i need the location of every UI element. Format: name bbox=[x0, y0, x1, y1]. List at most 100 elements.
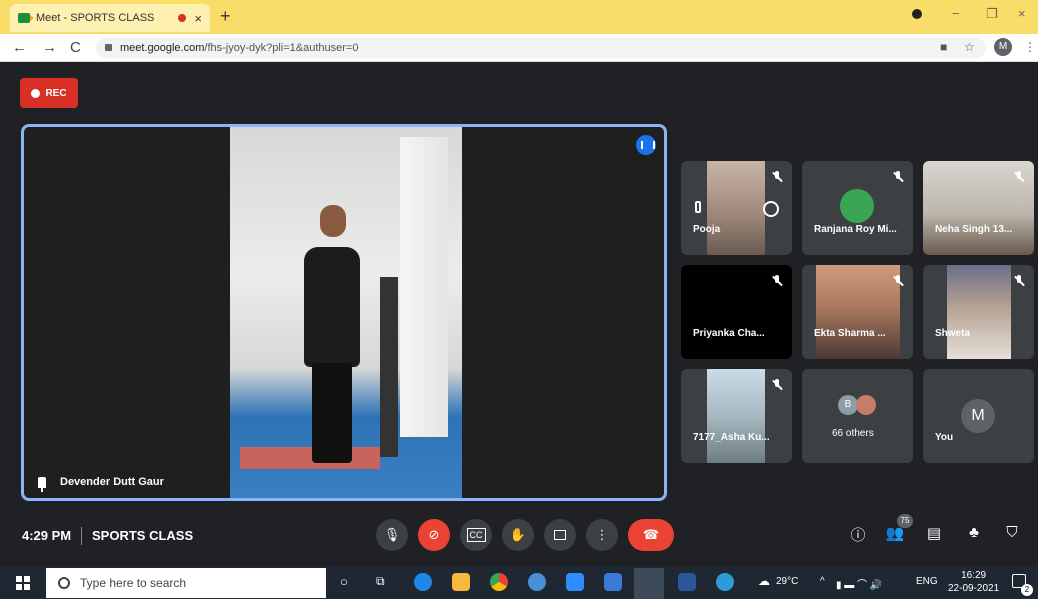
pin-icon[interactable] bbox=[695, 201, 701, 213]
camera-button[interactable]: ⊘ bbox=[418, 519, 450, 551]
new-tab-button[interactable]: + bbox=[220, 6, 231, 27]
minimize-button[interactable]: − bbox=[952, 6, 960, 21]
participant-tile-others[interactable]: B 66 others bbox=[802, 369, 913, 463]
meeting-time: 4:29 PM bbox=[22, 528, 72, 543]
participant-tile-shweta[interactable]: Shweta bbox=[923, 265, 1034, 359]
browser-tab-bar: Meet - SPORTS CLASS × + − ❐ × bbox=[0, 0, 1038, 34]
hand-icon: ✋ bbox=[509, 527, 527, 542]
host-controls-button[interactable]: ⛉ bbox=[1000, 524, 1024, 541]
windows-start-icon[interactable] bbox=[16, 576, 30, 590]
meet-chrome-active-icon[interactable] bbox=[634, 568, 664, 599]
mic-off-icon bbox=[772, 379, 782, 391]
meeting-title: SPORTS CLASS bbox=[92, 528, 194, 543]
edge-icon[interactable] bbox=[414, 573, 432, 591]
word-icon[interactable] bbox=[678, 573, 696, 591]
meeting-controls-bar: 4:29 PM SPORTS CLASS 🎙 ⊘ CC ✋ ⋮ ☎ ⓘ 👥 75… bbox=[0, 514, 1038, 564]
participant-name: Ekta Sharma ... bbox=[814, 328, 886, 339]
pin-icon[interactable] bbox=[38, 476, 46, 492]
file-explorer-icon[interactable] bbox=[452, 573, 470, 591]
meet-favicon-icon bbox=[18, 13, 34, 23]
divider bbox=[81, 527, 82, 545]
recording-indicator-icon bbox=[178, 14, 187, 22]
task-view-icon[interactable]: ⧉ bbox=[376, 574, 385, 589]
shield-icon: ⛉ bbox=[1006, 524, 1018, 541]
rec-label: REC bbox=[45, 87, 67, 99]
participant-tile-you[interactable]: M You bbox=[923, 369, 1034, 463]
tray-chevron-icon[interactable]: ^ bbox=[820, 576, 825, 587]
weather-temp: 29°C bbox=[776, 576, 799, 587]
taskbar-clock[interactable]: 16:29 22-09-2021 bbox=[948, 569, 999, 595]
taskbar-search[interactable]: Type here to search bbox=[46, 568, 326, 598]
mic-off-icon bbox=[893, 275, 903, 287]
close-window-button[interactable]: × bbox=[1018, 6, 1026, 21]
clock-time: 16:29 bbox=[961, 570, 987, 581]
camera-permission-icon[interactable]: ■ bbox=[940, 40, 947, 54]
participant-tile-asha[interactable]: 7177_Asha Ku... bbox=[681, 369, 792, 463]
browser-icon[interactable] bbox=[528, 573, 546, 591]
main-speaker-tile[interactable]: Devender Dutt Gaur bbox=[21, 124, 667, 501]
url-field[interactable]: meet.google.com/fhs-jyoy-dyk?pli=1&authu… bbox=[96, 38, 986, 58]
video-pillar bbox=[400, 137, 448, 437]
browser-tab-meet[interactable]: Meet - SPORTS CLASS × bbox=[10, 4, 210, 32]
captions-button[interactable]: CC bbox=[460, 519, 492, 551]
reload-icon[interactable]: C bbox=[70, 39, 81, 56]
mic-off-icon bbox=[772, 275, 782, 287]
back-arrow-icon[interactable]: ← bbox=[12, 39, 27, 56]
participant-tile-pooja[interactable]: Pooja bbox=[681, 161, 792, 255]
chrome-icon[interactable] bbox=[490, 573, 508, 591]
participant-video bbox=[707, 161, 765, 255]
end-call-button[interactable]: ☎ bbox=[628, 519, 674, 551]
profile-avatar[interactable]: M bbox=[994, 38, 1012, 56]
present-icon bbox=[554, 530, 566, 540]
participant-name: Pooja bbox=[693, 224, 721, 235]
captions-icon: CC bbox=[466, 528, 486, 542]
restore-button[interactable]: ❐ bbox=[986, 6, 998, 22]
info-button[interactable]: ⓘ bbox=[846, 524, 870, 545]
photos-icon[interactable] bbox=[604, 573, 622, 591]
mic-icon: 🎙 bbox=[383, 527, 401, 542]
raise-hand-button[interactable]: ✋ bbox=[502, 519, 534, 551]
avatar: B bbox=[838, 395, 858, 415]
language-indicator[interactable]: ENG bbox=[916, 576, 938, 587]
windows-taskbar: Type here to search ○ ⧉ ☁ 29°C ^ ▮ ▬ ⌒ 🔊… bbox=[0, 566, 1038, 599]
browser-menu-icon[interactable]: ⋮ bbox=[1024, 40, 1036, 54]
address-bar: ← → C meet.google.com/fhs-jyoy-dyk?pli=1… bbox=[0, 34, 1038, 62]
mic-off-icon bbox=[893, 171, 903, 183]
url-path: /fhs-jyoy-dyk?pli=1&authuser=0 bbox=[204, 42, 359, 54]
help-icon[interactable] bbox=[716, 573, 734, 591]
main-speaker-video bbox=[230, 127, 462, 498]
info-icon: ⓘ bbox=[850, 527, 866, 544]
remove-icon[interactable] bbox=[763, 201, 779, 217]
lock-icon bbox=[105, 44, 112, 51]
zoom-icon[interactable] bbox=[566, 573, 584, 591]
bookmark-star-icon[interactable]: ☆ bbox=[964, 40, 975, 54]
cortana-icon[interactable]: ○ bbox=[340, 574, 348, 589]
present-button[interactable] bbox=[544, 519, 576, 551]
tab-close-icon[interactable]: × bbox=[194, 11, 202, 26]
mic-off-icon bbox=[1014, 275, 1024, 287]
video-mat bbox=[240, 447, 380, 469]
activities-button[interactable]: ♣ bbox=[962, 524, 986, 541]
video-person-legs bbox=[312, 363, 352, 463]
search-placeholder: Type here to search bbox=[80, 576, 187, 590]
chat-button[interactable]: ▤ bbox=[922, 524, 946, 542]
url-host: meet.google.com bbox=[120, 42, 205, 54]
participant-video bbox=[816, 265, 900, 359]
speaking-indicator-icon bbox=[636, 135, 656, 155]
forward-arrow-icon[interactable]: → bbox=[42, 39, 57, 56]
participant-video bbox=[707, 369, 765, 463]
meet-stage: REC Devender Dutt Gaur Pooja Ranjana Roy… bbox=[0, 62, 1038, 564]
participant-tile-ranjana[interactable]: Ranjana Roy Mi... bbox=[802, 161, 913, 255]
tray-icons[interactable]: ▮ ▬ ⌒ 🔊 bbox=[836, 576, 882, 591]
chat-icon: ▤ bbox=[926, 525, 942, 542]
participant-tile-neha[interactable]: Neha Singh 13... bbox=[923, 161, 1034, 255]
mic-off-icon bbox=[1014, 171, 1024, 183]
mic-button[interactable]: 🎙 bbox=[376, 519, 408, 551]
participant-tile-ekta[interactable]: Ekta Sharma ... bbox=[802, 265, 913, 359]
participant-tile-priyanka[interactable]: Priyanka Cha... bbox=[681, 265, 792, 359]
more-options-button[interactable]: ⋮ bbox=[586, 519, 618, 551]
participant-name: Priyanka Cha... bbox=[693, 328, 765, 339]
extension-icon[interactable] bbox=[912, 9, 922, 19]
participant-name: 7177_Asha Ku... bbox=[693, 432, 770, 443]
video-person-body bbox=[304, 247, 360, 367]
